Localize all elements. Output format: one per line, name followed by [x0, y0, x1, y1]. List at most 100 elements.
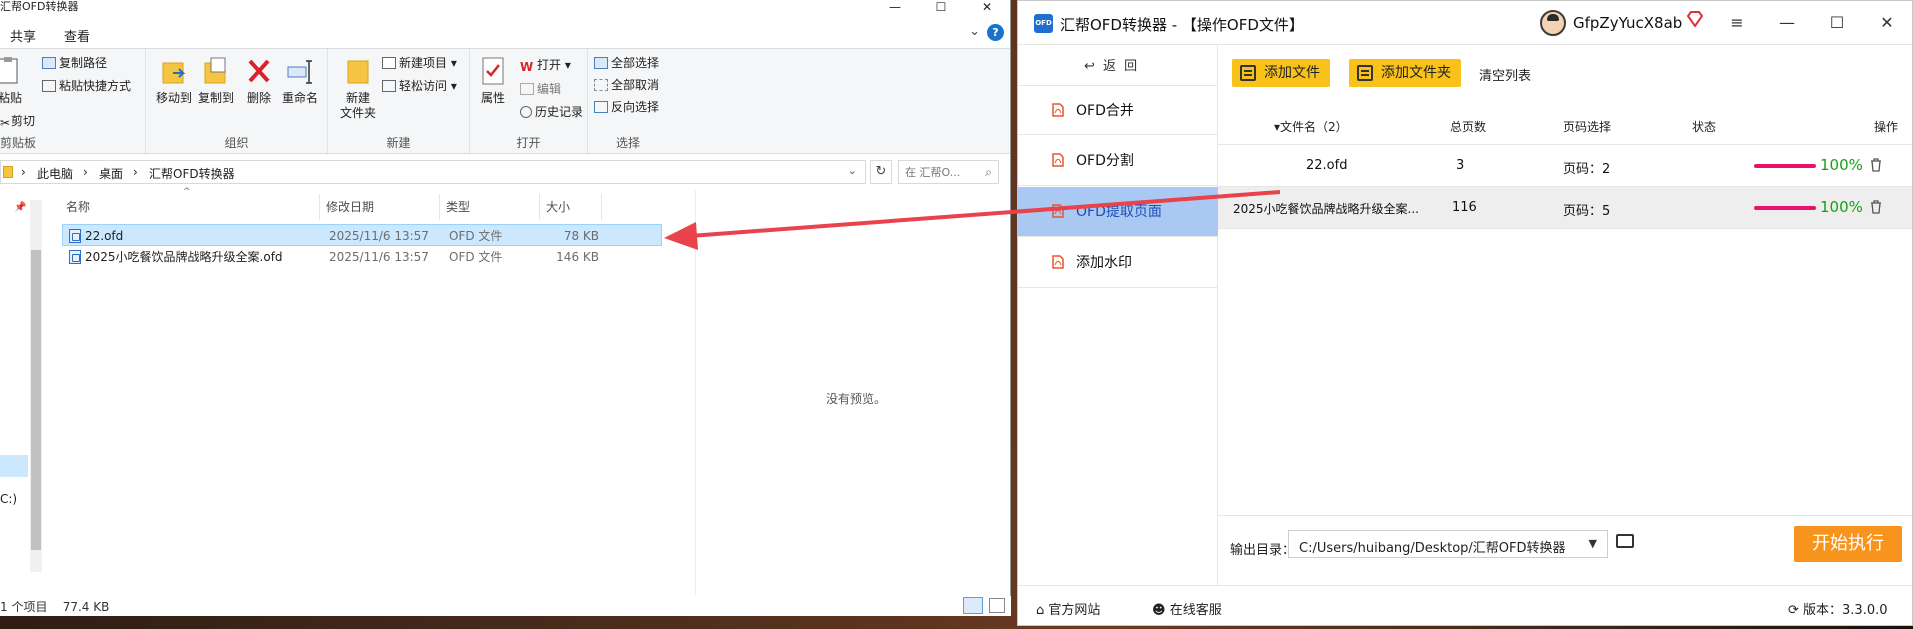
sidebar-item-merge[interactable]: OFD合并	[1018, 85, 1218, 135]
sidebar-item-extract-pages[interactable]: OFD提取页面	[1018, 187, 1218, 237]
breadcrumb-this-pc[interactable]: 此电脑	[37, 165, 73, 182]
open-folder-icon[interactable]	[1616, 534, 1634, 548]
refresh-icon[interactable]: ↻	[870, 160, 892, 184]
refresh-icon: ⟳	[1788, 603, 1804, 618]
file-list: ^ 名称 修改日期 类型 大小 22.ofd 2025/11/6 13:57 O…	[60, 187, 665, 594]
minimize-button[interactable]: —	[1762, 1, 1812, 45]
new-folder-button[interactable]: 新建 文件夹	[336, 55, 380, 121]
ribbon-group-label: 选择	[615, 136, 640, 150]
ribbon-group-organize: 移动到 复制到 删除 重命名 组织	[146, 49, 328, 155]
move-folder-icon	[162, 62, 186, 84]
converter-app-window: OFD 汇帮OFD转换器 - 【操作OFD文件】 GfpZyYucX8ab ≡ …	[1017, 0, 1913, 626]
breadcrumb-folder[interactable]: 汇帮OFD转换器	[149, 165, 235, 182]
folder-icon	[3, 166, 13, 178]
close-button[interactable]: ✕	[964, 0, 1010, 14]
pin-icon[interactable]: 📌	[14, 202, 26, 213]
invert-selection-button[interactable]: 反向选择	[594, 99, 659, 115]
copy-path-icon	[42, 57, 56, 69]
status-percent: 100%	[1820, 198, 1863, 216]
app-logo-icon: OFD	[1034, 14, 1053, 33]
column-size[interactable]: 大小	[540, 194, 602, 220]
properties-check-icon	[482, 57, 504, 85]
home-icon: ⌂	[1036, 603, 1049, 618]
nav-selected-item[interactable]	[0, 455, 28, 477]
add-folder-button[interactable]: 添加文件夹	[1349, 59, 1461, 87]
breadcrumb-desktop[interactable]: 桌面	[99, 165, 123, 182]
header-status: 状态	[1692, 120, 1717, 134]
table-row[interactable]: 2025小吃餐饮品牌战略升级全案... 116 页码：5 100%	[1218, 187, 1912, 229]
help-icon[interactable]: ?	[987, 24, 1004, 41]
nav-drive-label[interactable]: C:)	[0, 492, 17, 506]
select-none-button[interactable]: 全部取消	[594, 77, 659, 93]
maximize-button[interactable]: ☐	[1812, 1, 1862, 45]
column-date[interactable]: 修改日期	[320, 194, 440, 220]
version-info[interactable]: ⟳ 版本：3.3.0.0	[1788, 599, 1888, 618]
explorer-statusbar: 1 个项目 77.4 KB	[0, 596, 1011, 616]
delete-button[interactable]: 删除	[242, 55, 276, 106]
trash-icon[interactable]	[1870, 158, 1882, 172]
back-button[interactable]: ↩ 返 回	[1084, 55, 1139, 74]
avatar[interactable]	[1540, 10, 1566, 36]
page-select-field[interactable]: 页码：2	[1563, 158, 1610, 177]
add-file-button[interactable]: 添加文件	[1232, 59, 1330, 87]
ribbon: 粘贴 复制路径 粘贴快捷方式 ✂剪切 剪贴板 移动到 复制到 删除 重命名 组织…	[0, 48, 1010, 155]
select-all-button[interactable]: 全部选择	[594, 55, 659, 71]
copy-path-button[interactable]: 复制路径	[42, 55, 107, 71]
move-to-button[interactable]: 移动到	[152, 55, 196, 106]
easy-access-icon	[382, 80, 396, 92]
app-main-panel: 添加文件 添加文件夹 清空列表 ▾文件名（2） 总页数 页码选择 状态 操作 2…	[1218, 45, 1912, 585]
paste-button[interactable]: 粘贴	[0, 55, 28, 106]
username[interactable]: GfpZyYucX8ab	[1573, 14, 1682, 32]
address-bar[interactable]: › 此电脑 › 桌面 › 汇帮OFD转换器 ⌄	[0, 160, 866, 184]
header-filename[interactable]: ▾文件名（2）	[1274, 118, 1348, 135]
sidebar-item-watermark[interactable]: 添加水印	[1018, 238, 1218, 288]
navigation-pane: 📌 C:)	[0, 190, 44, 595]
file-row[interactable]: 2025小吃餐饮品牌战略升级全案.ofd 2025/11/6 13:57 OFD…	[62, 246, 662, 268]
chevron-down-icon[interactable]: ⌄	[848, 164, 857, 177]
chevron-down-icon[interactable]: ⌄	[969, 24, 980, 39]
copy-to-button[interactable]: 复制到	[194, 55, 238, 106]
close-button[interactable]: ✕	[1862, 1, 1912, 45]
back-arrow-icon: ↩	[1084, 59, 1104, 74]
rename-button[interactable]: 重命名	[278, 55, 322, 106]
open-button[interactable]: W 打开 ▾	[520, 57, 571, 74]
menu-icon[interactable]: ≡	[1712, 1, 1762, 45]
table-row[interactable]: 22.ofd 3 页码：2 100%	[1218, 145, 1912, 187]
output-directory-select[interactable]: C:/Users/huibang/Desktop/汇帮OFD转换器 ▼	[1288, 530, 1608, 558]
easy-access-button[interactable]: 轻松访问 ▾	[382, 78, 457, 94]
ribbon-group-label: 组织	[224, 136, 249, 150]
paste-shortcut-button[interactable]: 粘贴快捷方式	[42, 78, 131, 94]
clear-list-button[interactable]: 清空列表	[1479, 65, 1531, 84]
output-label: 输出目录：	[1230, 543, 1296, 558]
delete-x-icon	[248, 59, 270, 83]
nav-scrollbar-thumb[interactable]	[31, 250, 41, 550]
file-row[interactable]: 22.ofd 2025/11/6 13:57 OFD 文件 78 KB	[62, 224, 662, 246]
history-button[interactable]: 历史记录	[520, 104, 583, 120]
new-item-button[interactable]: 新建项目 ▾	[382, 55, 457, 71]
ribbon-group-label: 新建	[386, 136, 411, 150]
website-link[interactable]: ⌂ 官方网站	[1036, 599, 1100, 618]
preview-pane: 没有预览。	[695, 190, 1011, 595]
column-name[interactable]: 名称	[60, 194, 320, 220]
address-bar-row: › 此电脑 › 桌面 › 汇帮OFD转换器 ⌄ ↻ ⌕	[0, 160, 1010, 184]
maximize-button[interactable]: ☐	[918, 0, 964, 14]
search-box[interactable]: ⌕	[898, 160, 999, 184]
explorer-titlebar: 汇帮OFD转换器 — ☐ ✕	[0, 0, 1010, 14]
history-icon	[520, 106, 532, 118]
properties-button[interactable]: 属性	[474, 55, 512, 106]
start-button[interactable]: 开始执行	[1794, 526, 1902, 562]
trash-icon[interactable]	[1870, 200, 1882, 214]
sidebar-item-split[interactable]: OFD分割	[1018, 136, 1218, 186]
cut-button[interactable]: ✂剪切	[0, 113, 35, 130]
page-select-field[interactable]: 页码：5	[1563, 200, 1610, 219]
column-type[interactable]: 类型	[440, 194, 540, 220]
large-icons-view-icon[interactable]	[989, 598, 1005, 613]
minimize-button[interactable]: —	[872, 0, 918, 14]
details-view-icon[interactable]	[963, 597, 983, 614]
scissors-icon: ✂	[0, 116, 11, 130]
edit-button[interactable]: 编辑	[520, 81, 561, 97]
support-link[interactable]: ☻ 在线客服	[1152, 599, 1222, 618]
tab-share[interactable]: 共享	[10, 26, 36, 45]
search-input[interactable]	[899, 161, 979, 183]
tab-view[interactable]: 查看	[64, 26, 90, 45]
